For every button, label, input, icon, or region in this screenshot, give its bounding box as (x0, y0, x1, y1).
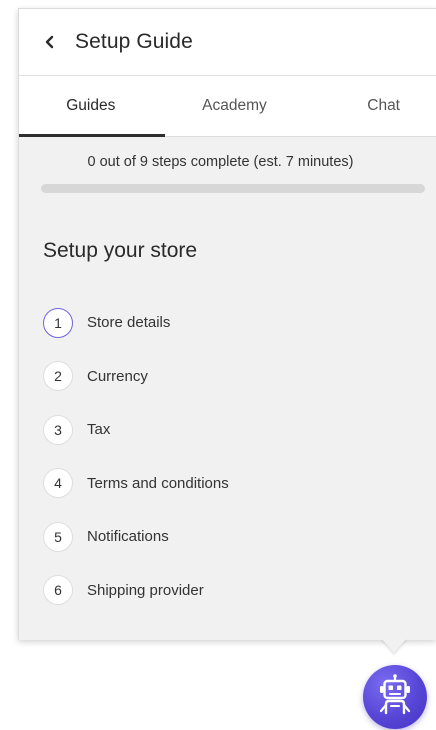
step-label: Terms and conditions (87, 474, 229, 492)
tab-academy[interactable]: Academy (163, 76, 307, 136)
step-label: Tax (87, 421, 111, 439)
step-label: Currency (87, 367, 148, 385)
step-tax[interactable]: 3 Tax (43, 403, 423, 457)
step-label: Notifications (87, 528, 169, 546)
tab-guides[interactable]: Guides (19, 76, 165, 137)
step-label: Store details (87, 314, 171, 332)
step-store-details[interactable]: 1 Store details (43, 296, 423, 350)
step-currency[interactable]: 2 Currency (43, 350, 423, 404)
step-label: Shipping provider (87, 581, 204, 599)
step-shipping-provider[interactable]: 6 Shipping provider (43, 564, 423, 618)
step-number: 2 (43, 361, 73, 392)
robot-icon (375, 673, 415, 722)
steps-list: 1 Store details 2 Currency 3 Tax 4 Terms… (43, 296, 423, 617)
page-title: Setup Guide (75, 30, 193, 53)
assistant-button[interactable] (363, 665, 427, 729)
progress-text: 0 out of 9 steps complete (est. 7 minute… (87, 154, 354, 170)
step-number: 3 (43, 414, 73, 445)
step-number: 4 (43, 468, 73, 499)
tab-bar: Guides Academy Chat (19, 75, 436, 137)
progress-bar (41, 184, 425, 193)
step-number: 6 (43, 575, 73, 606)
tab-chat[interactable]: Chat (306, 76, 436, 136)
popover-pointer (381, 638, 407, 653)
step-number: 1 (43, 307, 73, 338)
header: Setup Guide (19, 9, 436, 75)
step-terms-and-conditions[interactable]: 4 Terms and conditions (43, 457, 423, 511)
step-notifications[interactable]: 5 Notifications (43, 510, 423, 564)
setup-guide-panel: Setup Guide Guides Academy Chat 0 out of… (18, 8, 436, 640)
step-number: 5 (43, 521, 73, 552)
section-title: Setup your store (43, 239, 198, 262)
chevron-left-icon[interactable] (39, 31, 61, 53)
